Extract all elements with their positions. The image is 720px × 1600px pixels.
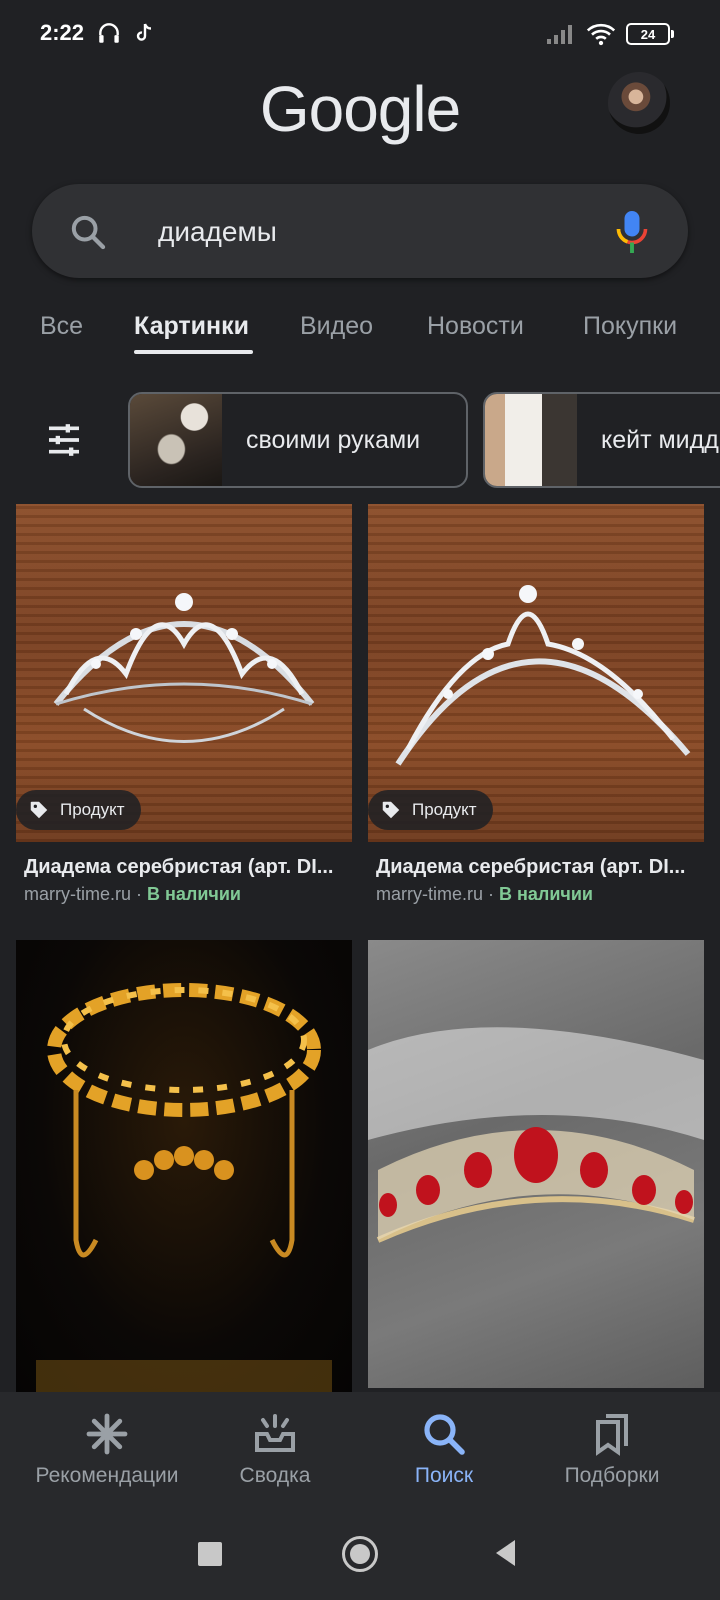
availability: В наличии — [147, 884, 241, 904]
product-badge-label: Продукт — [60, 800, 125, 819]
result-meta: marry-time.ru · В наличии — [376, 884, 593, 905]
search-icon[interactable] — [68, 212, 108, 252]
status-time: 2:22 — [40, 20, 85, 45]
wifi-icon — [586, 23, 616, 46]
active-tab-indicator — [134, 350, 253, 354]
nav-snapshot[interactable]: Сводка — [185, 1410, 365, 1488]
status-left-icons — [96, 20, 156, 46]
red-tiara-illustration — [368, 1027, 704, 1243]
signal-icon — [547, 25, 572, 44]
back-button[interactable] — [493, 1538, 517, 1568]
availability: В наличии — [499, 884, 593, 904]
bookmarks-icon — [596, 1414, 628, 1456]
avatar[interactable] — [608, 72, 670, 134]
chip-label: своими руками — [246, 425, 421, 454]
asterisk-icon — [86, 1413, 128, 1455]
tab-images[interactable]: Картинки — [134, 312, 249, 341]
nav-label: Поиск — [414, 1464, 474, 1487]
inbox-icon — [255, 1414, 295, 1452]
meta-separator: · — [131, 884, 147, 904]
search-icon — [424, 1414, 465, 1455]
nav-label: Сводка — [239, 1464, 311, 1487]
tag-icon — [382, 801, 400, 819]
home-button[interactable] — [342, 1536, 378, 1572]
result-title[interactable]: Диадема серебристая (арт. DI... — [376, 856, 696, 879]
tab-news[interactable]: Новости — [427, 312, 524, 341]
tab-shopping[interactable]: Покупки — [583, 312, 677, 341]
result-image-silver-tiara[interactable]: Продукт — [16, 504, 352, 842]
nav-discover[interactable]: Рекомендации — [17, 1410, 197, 1488]
tab-video[interactable]: Видео — [300, 312, 373, 341]
nav-label: Подборки — [564, 1464, 660, 1487]
product-badge-label: Продукт — [412, 800, 477, 819]
product-badge: Продукт — [368, 790, 493, 830]
chip-thumbnail — [485, 394, 577, 486]
status-right-icons: 24 — [546, 22, 674, 46]
result-image-red-tiara[interactable] — [368, 940, 704, 1388]
nav-collections[interactable]: Подборки — [522, 1410, 702, 1488]
battery-icon: 24 — [626, 23, 674, 45]
search-input[interactable]: диадемы — [158, 216, 277, 248]
chip-thumbnail — [130, 394, 222, 486]
result-meta: marry-time.ru · В наличии — [24, 884, 241, 905]
filter-sliders-icon[interactable] — [44, 420, 84, 460]
battery-level: 24 — [640, 26, 656, 42]
search-box[interactable] — [32, 184, 688, 278]
home-button-dot — [350, 1544, 370, 1564]
result-source[interactable]: marry-time.ru — [376, 884, 483, 904]
mic-icon[interactable] — [614, 208, 650, 256]
chip-handmade[interactable]: своими руками — [128, 392, 468, 488]
meta-separator: · — [483, 884, 499, 904]
tab-all[interactable]: Все — [40, 312, 83, 341]
tiktok-icon — [136, 23, 152, 41]
gold-wreath-illustration — [36, 983, 332, 1392]
result-image-crystal-tiara[interactable]: Продукт — [368, 504, 704, 842]
product-badge: Продукт — [16, 790, 141, 830]
nav-label: Рекомендации — [35, 1464, 179, 1487]
tag-icon — [30, 801, 48, 819]
chip-label: кейт мидд — [601, 425, 719, 454]
result-source[interactable]: marry-time.ru — [24, 884, 131, 904]
nav-search[interactable]: Поиск — [354, 1410, 534, 1488]
result-image-gold-wreath[interactable] — [16, 940, 352, 1392]
chip-kate-middleton[interactable]: кейт мидд — [483, 392, 720, 488]
recents-button[interactable] — [198, 1542, 222, 1566]
headphones-icon — [99, 23, 119, 43]
result-title[interactable]: Диадема серебристая (арт. DI... — [24, 856, 344, 879]
